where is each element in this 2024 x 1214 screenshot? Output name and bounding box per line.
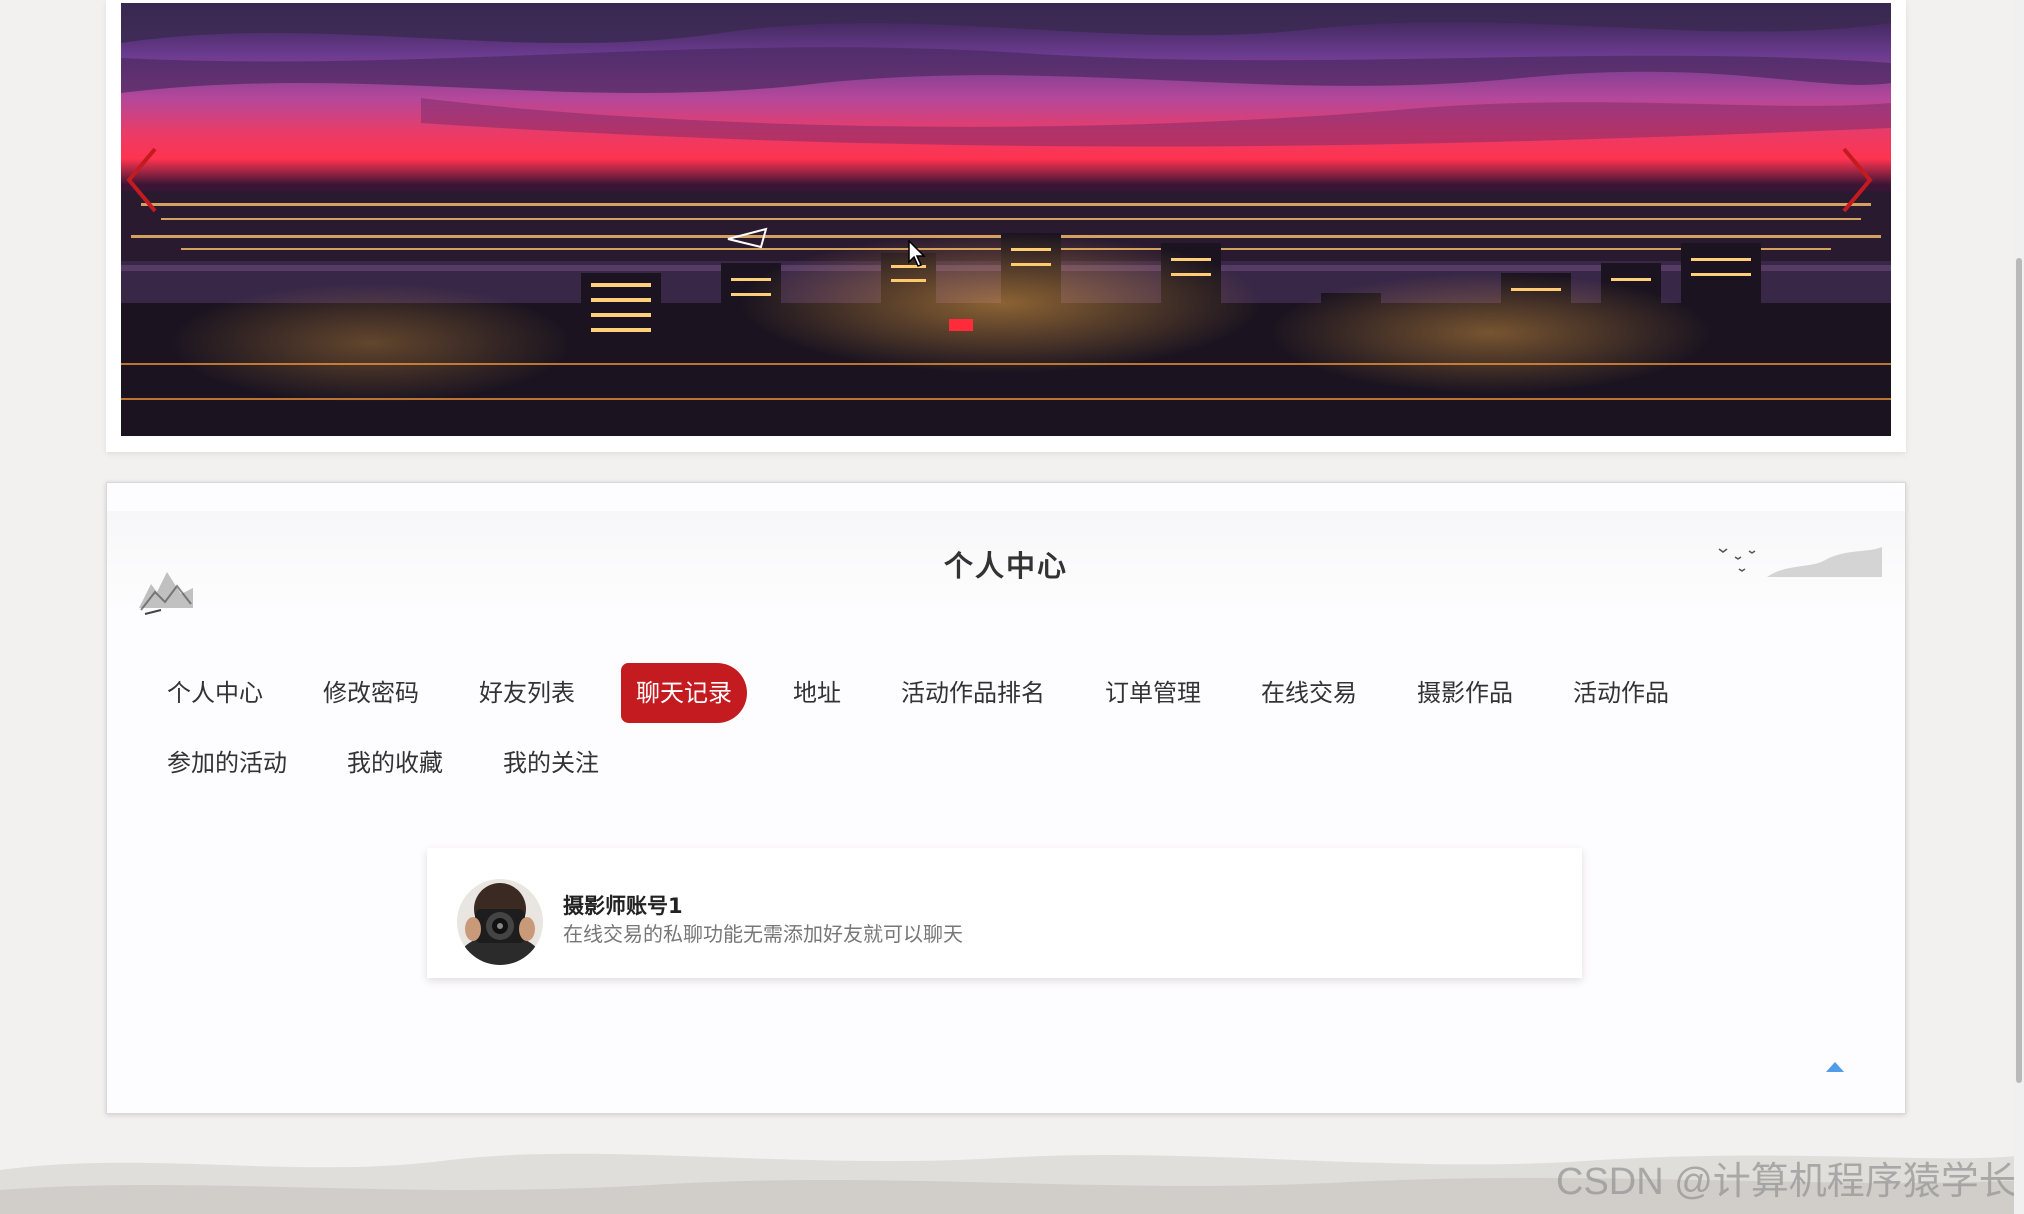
tab-order-management[interactable]: 订单管理 xyxy=(1091,663,1215,723)
chat-list-item[interactable]: 摄影师账号1 在线交易的私聊功能无需添加好友就可以聊天 xyxy=(427,848,1582,978)
tab-activity-works-ranking[interactable]: 活动作品排名 xyxy=(887,663,1059,723)
tab-address[interactable]: 地址 xyxy=(779,663,855,723)
tab-my-follows[interactable]: 我的关注 xyxy=(489,733,613,793)
personal-center-nav-row-2: 参加的活动 我的收藏 我的关注 xyxy=(153,733,645,793)
tab-photography-works[interactable]: 摄影作品 xyxy=(1403,663,1527,723)
tab-online-trading[interactable]: 在线交易 xyxy=(1247,663,1371,723)
chevron-right-icon xyxy=(1842,147,1873,213)
chevron-left-icon xyxy=(126,147,157,213)
banner-carousel-image[interactable] xyxy=(121,3,1891,436)
carousel-prev-button[interactable] xyxy=(121,140,161,220)
city-skyline-graphic xyxy=(121,3,1891,436)
personal-center-nav-row-1: 个人中心 修改密码 好友列表 聊天记录 地址 活动作品排名 订单管理 在线交易 … xyxy=(153,663,1715,723)
back-to-top-button[interactable] xyxy=(1822,1058,1848,1078)
chat-last-message: 在线交易的私聊功能无需添加好友就可以聊天 xyxy=(563,922,963,946)
mouse-cursor-icon xyxy=(908,240,926,267)
tab-my-favorites[interactable]: 我的收藏 xyxy=(333,733,457,793)
photographer-avatar xyxy=(457,879,543,965)
page-title: 个人中心 xyxy=(943,549,1068,583)
tab-personal-center[interactable]: 个人中心 xyxy=(153,663,277,723)
chat-contact-name: 摄影师账号1 xyxy=(563,894,683,918)
carousel-next-button[interactable] xyxy=(1838,140,1878,220)
photographer-avatar-icon xyxy=(457,879,543,965)
tab-joined-activities[interactable]: 参加的活动 xyxy=(153,733,301,793)
page-scrollbar-thumb[interactable] xyxy=(2016,258,2022,1083)
tab-activity-works[interactable]: 活动作品 xyxy=(1559,663,1683,723)
tab-friend-list[interactable]: 好友列表 xyxy=(465,663,589,723)
ink-cloud-birds-decoration-icon xyxy=(1718,547,1882,577)
personal-center-panel: 个人中心 个人中心 修改密码 好友列表 聊天记录 地址 活动作品排名 订单管理 … xyxy=(106,482,1906,1114)
tab-chat-history[interactable]: 聊天记录 xyxy=(621,663,747,723)
arrow-up-icon xyxy=(1826,1062,1844,1072)
tab-change-password[interactable]: 修改密码 xyxy=(309,663,433,723)
csdn-watermark: CSDN @计算机程序猿学长 xyxy=(1556,1161,2017,1203)
